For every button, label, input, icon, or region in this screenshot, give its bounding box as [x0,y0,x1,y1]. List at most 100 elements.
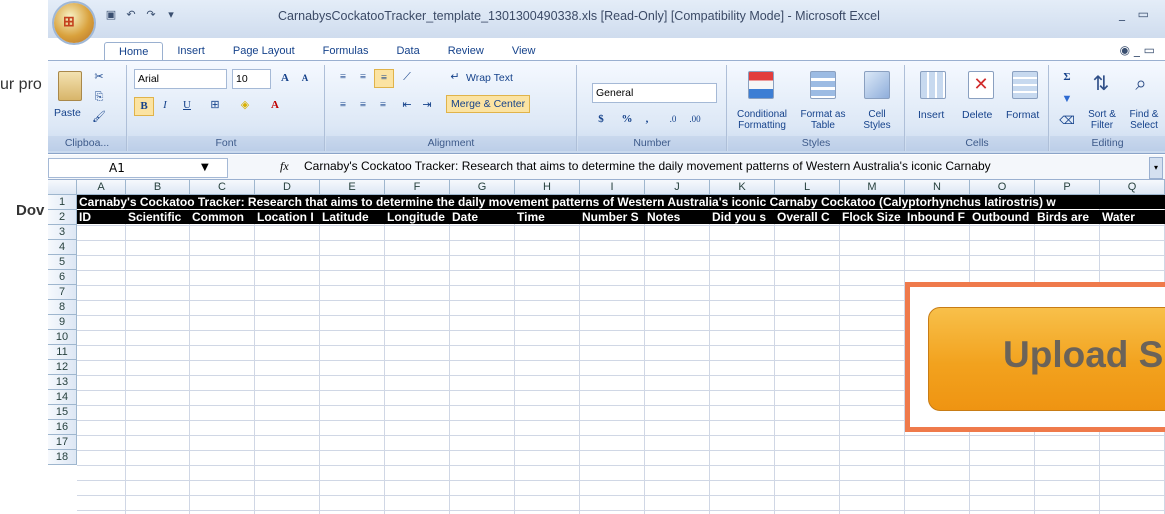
comma-button[interactable]: , [638,111,656,128]
fill-icon[interactable]: ▼ [1058,91,1076,108]
column-header-q[interactable]: Q [1100,180,1165,195]
cell-styles-button[interactable]: Cell Styles [856,109,898,131]
decrease-indent-icon[interactable]: ⇤ [398,97,416,114]
formula-content[interactable]: Carnaby's Cockatoo Tracker: Research tha… [304,159,991,173]
row-header-3[interactable]: 3 [48,225,77,240]
header-cell-d[interactable]: Location I [255,210,319,224]
font-size-select[interactable]: 10 [232,69,271,89]
percent-button[interactable]: % [618,111,636,128]
formula-bar-expand-icon[interactable]: ▾ [1149,157,1163,179]
delete-cells-icon[interactable]: ✕ [968,71,994,99]
row-header-1[interactable]: 1 [48,195,77,210]
tab-formulas[interactable]: Formulas [309,42,383,61]
header-cell-f[interactable]: Longitude [385,210,449,224]
header-cell-o[interactable]: Outbound [970,210,1034,224]
format-as-table-button[interactable]: Format as Table [798,109,848,131]
format-cells-icon[interactable] [1012,71,1038,99]
merge-center-button[interactable]: Merge & Center [446,95,531,113]
fx-icon[interactable]: fx [280,159,289,174]
column-header-n[interactable]: N [905,180,970,195]
help-icon[interactable]: ◉ _ ▭ [1120,43,1155,57]
header-cell-h[interactable]: Time [515,210,579,224]
align-top-icon[interactable]: ≡ [334,69,352,86]
row-header-13[interactable]: 13 [48,375,77,390]
select-all-corner[interactable] [48,180,77,195]
row-header-4[interactable]: 4 [48,240,77,255]
grow-font-icon[interactable]: A [276,70,294,87]
find-select-icon[interactable]: ⌕ [1130,71,1152,95]
row-header-15[interactable]: 15 [48,405,77,420]
align-middle-icon[interactable]: ≡ [354,69,372,86]
tab-data[interactable]: Data [382,42,433,61]
column-header-o[interactable]: O [970,180,1035,195]
font-color-icon[interactable]: A [266,97,284,114]
header-cell-j[interactable]: Notes [645,210,709,224]
row-1-title-cell[interactable]: Carnaby's Cockatoo Tracker: Research tha… [77,195,1165,209]
number-format-select[interactable]: General [592,83,717,103]
format-cells-button[interactable]: Format [1006,109,1039,121]
row-header-7[interactable]: 7 [48,285,77,300]
header-cell-k[interactable]: Did you s [710,210,774,224]
borders-icon[interactable]: ⊞ [206,97,224,114]
row-header-9[interactable]: 9 [48,315,77,330]
header-cell-a[interactable]: ID [77,210,125,224]
find-select-button[interactable]: Find & Select [1124,109,1164,131]
tab-page-layout[interactable]: Page Layout [219,42,309,61]
sort-filter-button[interactable]: Sort & Filter [1084,109,1120,131]
cell-styles-icon[interactable] [864,71,890,99]
header-cell-b[interactable]: Scientific [126,210,189,224]
fill-color-icon[interactable]: ◈ [236,97,254,114]
align-center-icon[interactable]: ≡ [354,97,372,114]
column-header-l[interactable]: L [775,180,840,195]
increase-indent-icon[interactable]: ⇥ [418,97,436,114]
office-button[interactable]: ⊞ [54,3,94,43]
align-bottom-icon[interactable]: ≡ [374,69,394,88]
column-header-c[interactable]: C [190,180,255,195]
tab-insert[interactable]: Insert [163,42,219,61]
maximize-button[interactable]: ▭ [1138,7,1149,21]
header-cell-q[interactable]: Water [1100,210,1164,224]
column-header-f[interactable]: F [385,180,450,195]
name-box[interactable]: A1 ▼ [48,158,228,178]
row-header-2[interactable]: 2 [48,210,77,225]
column-header-k[interactable]: K [710,180,775,195]
header-cell-n[interactable]: Inbound F [905,210,969,224]
tab-review[interactable]: Review [434,42,498,61]
paste-button[interactable]: Paste [54,107,81,119]
row-header-5[interactable]: 5 [48,255,77,270]
column-header-m[interactable]: M [840,180,905,195]
column-header-h[interactable]: H [515,180,580,195]
align-left-icon[interactable]: ≡ [334,97,352,114]
upload-spreadsheet-button[interactable]: Upload Sp [928,307,1165,411]
cut-icon[interactable]: ✂ [90,69,108,86]
tab-view[interactable]: View [498,42,550,61]
decrease-decimal-icon[interactable]: .00 [686,111,704,128]
conditional-formatting-button[interactable]: Conditional Formatting [730,109,794,131]
customize-qat-icon[interactable]: ▾ [164,8,178,22]
column-header-g[interactable]: G [450,180,515,195]
column-header-d[interactable]: D [255,180,320,195]
header-cell-p[interactable]: Birds are [1035,210,1099,224]
row-header-10[interactable]: 10 [48,330,77,345]
name-box-dropdown-icon[interactable]: ▼ [201,159,209,177]
row-header-17[interactable]: 17 [48,435,77,450]
column-header-e[interactable]: E [320,180,385,195]
undo-icon[interactable]: ↶ [124,8,138,22]
align-right-icon[interactable]: ≡ [374,97,392,114]
column-header-i[interactable]: I [580,180,645,195]
format-as-table-icon[interactable] [810,71,836,99]
header-cell-m[interactable]: Flock Size [840,210,904,224]
save-icon[interactable]: ▣ [104,8,118,22]
paste-icon[interactable] [58,71,82,101]
header-cell-l[interactable]: Overall C [775,210,839,224]
column-header-a[interactable]: A [77,180,126,195]
minimize-button[interactable]: _ [1119,7,1125,21]
increase-decimal-icon[interactable]: .0 [664,111,682,128]
italic-button[interactable]: I [156,97,174,114]
row-header-6[interactable]: 6 [48,270,77,285]
clear-icon[interactable]: ⌫ [1058,113,1076,130]
orientation-icon[interactable]: ⟋ [398,69,416,86]
redo-icon[interactable]: ↷ [144,8,158,22]
header-cell-e[interactable]: Latitude [320,210,384,224]
bold-button[interactable]: B [134,97,154,116]
